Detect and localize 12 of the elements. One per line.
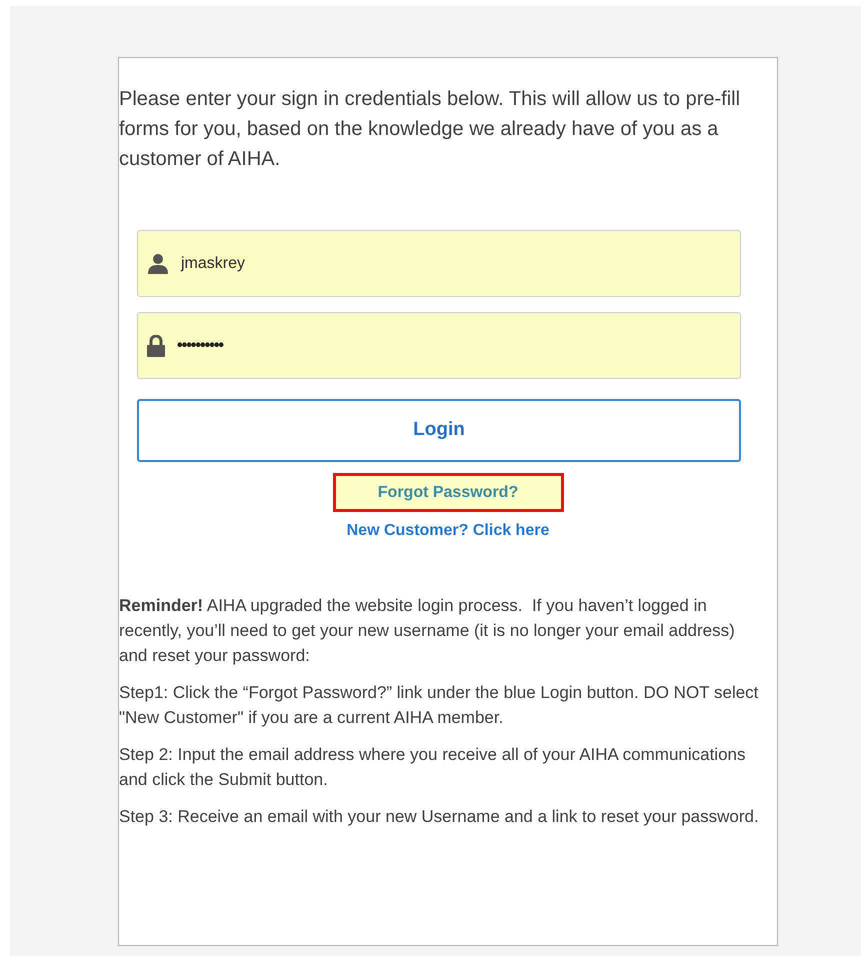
intro-text: Please enter your sign in credentials below. This will allow us to pre-fill forms for you, based on the knowledge we already have of you as a customer of AIHA.	[119, 87, 742, 172]
new-customer-link[interactable]: New Customer? Click here	[346, 519, 550, 543]
forgot-password-link[interactable]: Forgot Password?	[332, 473, 564, 512]
password-field[interactable]: ••••••••••	[137, 312, 741, 379]
reminder-paragraph: Step 3: Receive an email with your new Username and a link to reset your password.	[119, 806, 759, 828]
user-icon	[147, 252, 169, 274]
reminder-paragraph: Step 2: Input the email address where you receive all of your AIHA communications and click the Submit button.	[119, 744, 746, 791]
reminder-paragraph: Reminder! AIHA upgraded the website login process. If you haven’t logged in recently, you’ll need to get your new username (it is no longer your email address) and reset your password:	[119, 595, 736, 667]
username-field[interactable]: jmaskrey	[137, 230, 741, 297]
lock-icon	[147, 334, 165, 356]
reminder-paragraph: Step1: Click the “Forgot Password?” link under the blue Login button. DO NOT select "New Customer" if you are a current AIHA member.	[119, 682, 759, 729]
login-button[interactable]: Login	[137, 399, 741, 462]
